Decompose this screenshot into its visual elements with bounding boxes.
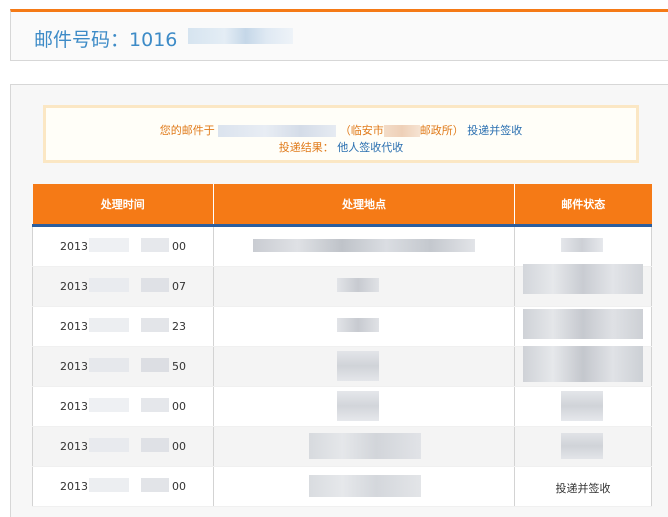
notice-location-open: （临安市 xyxy=(339,124,384,137)
time-cell: 2013 00 xyxy=(32,386,214,427)
table-row: 2013 00 投递并签收 xyxy=(32,466,652,507)
redacted-time xyxy=(89,358,129,372)
redacted-mail-number xyxy=(188,28,293,44)
redacted-time xyxy=(141,318,169,332)
redacted-time xyxy=(89,438,129,452)
column-header-location: 处理地点 xyxy=(213,184,515,227)
table-row: 2013 07 xyxy=(32,264,652,307)
time-end: 00 xyxy=(172,400,186,413)
table-row: 2013 50 xyxy=(32,346,652,387)
redacted-location xyxy=(337,278,379,292)
time-end: 23 xyxy=(172,320,186,333)
status-cell: 投递并签收 xyxy=(514,466,652,507)
redacted-time xyxy=(141,238,169,252)
time-end: 00 xyxy=(172,240,186,253)
time-start: 2013 xyxy=(60,280,88,293)
redacted-location xyxy=(337,318,379,332)
time-start: 2013 xyxy=(60,320,88,333)
redacted-location xyxy=(383,125,420,137)
redacted-time xyxy=(89,398,129,412)
result-label: 投递结果： xyxy=(278,141,334,154)
location-cell xyxy=(213,346,515,387)
redacted-location xyxy=(253,239,475,252)
mail-number-panel: 邮件号码：1016 xyxy=(10,9,668,61)
time-cell: 2013 00 xyxy=(32,466,214,507)
time-cell: 2013 00 xyxy=(32,225,214,267)
delivery-notice-line: 您的邮件于 （临安市 邮政所） 投递并签收 xyxy=(46,122,636,138)
redacted-status xyxy=(561,391,603,421)
redacted-time xyxy=(141,438,169,452)
notice-action: 投递并签收 xyxy=(467,124,523,137)
time-start: 2013 xyxy=(60,360,88,373)
time-cell: 2013 00 xyxy=(32,426,214,467)
time-cell: 2013 23 xyxy=(32,306,214,347)
status-text: 投递并签收 xyxy=(555,482,611,495)
notice-location-close: 邮政所） xyxy=(419,124,464,137)
redacted-time xyxy=(141,398,169,412)
tracking-panel: 您的邮件于 （临安市 邮政所） 投递并签收 投递结果： 他人签收代收 处理时间 处… xyxy=(10,84,668,517)
time-cell: 2013 50 xyxy=(32,346,214,387)
table-row: 2013 00 xyxy=(32,426,652,467)
redacted-status xyxy=(523,264,643,294)
redacted-status xyxy=(561,238,603,252)
column-header-status: 邮件状态 xyxy=(514,184,652,227)
time-cell: 2013 07 xyxy=(32,266,214,307)
status-cell xyxy=(514,306,652,347)
redacted-time xyxy=(89,478,129,492)
tracking-table: 处理时间 处理地点 邮件状态 2013 00 2013 07 2013 23 2… xyxy=(32,184,652,507)
redacted-time xyxy=(89,238,129,252)
redacted-status xyxy=(561,433,603,459)
location-cell xyxy=(213,466,515,507)
mail-number-prefix: 1016 xyxy=(129,29,178,51)
location-cell xyxy=(213,426,515,467)
redacted-location xyxy=(309,433,421,459)
redacted-time xyxy=(89,278,129,292)
time-end: 00 xyxy=(172,480,186,493)
tracking-table-header: 处理时间 处理地点 邮件状态 xyxy=(32,184,652,227)
redacted-time xyxy=(141,358,169,372)
mail-number-label: 邮件号码： xyxy=(34,29,130,51)
time-start: 2013 xyxy=(60,480,88,493)
redacted-time xyxy=(141,278,169,292)
status-cell xyxy=(514,426,652,467)
location-cell xyxy=(213,266,515,307)
column-header-time: 处理时间 xyxy=(32,184,214,227)
time-end: 07 xyxy=(172,280,186,293)
redacted-location xyxy=(337,351,379,381)
delivery-result-line: 投递结果： 他人签收代收 xyxy=(46,139,636,155)
table-row: 2013 00 xyxy=(32,225,652,267)
location-cell xyxy=(213,386,515,427)
notice-prefix: 您的邮件于 xyxy=(159,124,215,137)
redacted-time xyxy=(141,478,169,492)
time-start: 2013 xyxy=(60,240,88,253)
status-cell xyxy=(514,264,652,307)
time-start: 2013 xyxy=(60,440,88,453)
redacted-status xyxy=(523,346,643,382)
location-cell xyxy=(213,306,515,347)
table-row: 2013 00 xyxy=(32,386,652,427)
redacted-location xyxy=(337,391,379,421)
redacted-time xyxy=(89,318,129,332)
redacted-status xyxy=(523,309,643,339)
redacted-location xyxy=(309,475,421,497)
mail-number-title: 邮件号码：1016 xyxy=(34,25,177,52)
time-end: 00 xyxy=(172,440,186,453)
status-cell xyxy=(514,225,652,267)
status-cell xyxy=(514,386,652,427)
location-cell xyxy=(213,225,515,267)
delivery-notice: 您的邮件于 （临安市 邮政所） 投递并签收 投递结果： 他人签收代收 xyxy=(43,105,639,163)
time-end: 50 xyxy=(172,360,186,373)
table-row: 2013 23 xyxy=(32,306,652,347)
redacted-date xyxy=(218,125,337,137)
status-cell xyxy=(514,346,652,387)
time-start: 2013 xyxy=(60,400,88,413)
result-value: 他人签收代收 xyxy=(337,141,404,154)
